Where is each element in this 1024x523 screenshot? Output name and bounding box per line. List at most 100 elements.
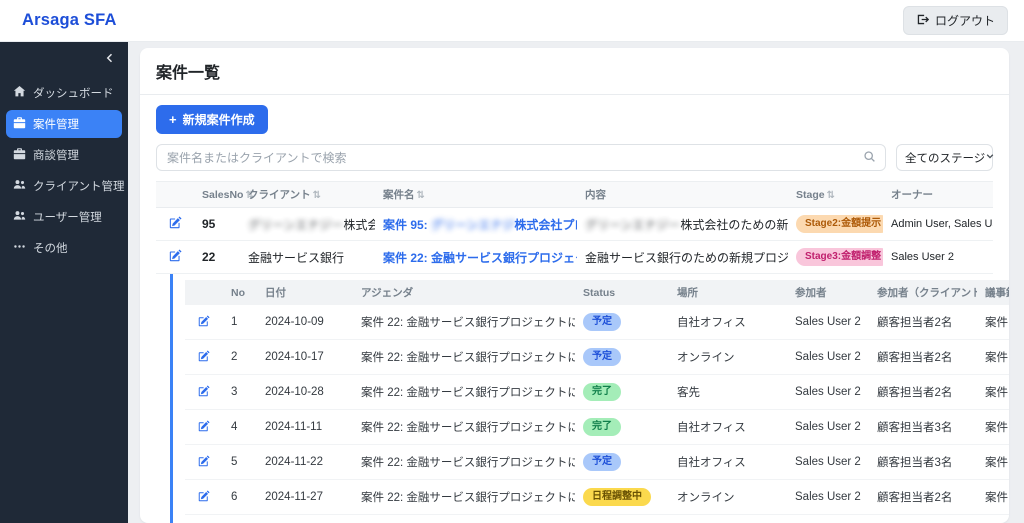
sidebar-item-others[interactable]: その他: [6, 234, 122, 262]
stage-badge: Stage2:金額提示: [796, 215, 883, 233]
column-header-client[interactable]: クライアント ⇅: [240, 181, 375, 208]
briefcase-icon: [13, 116, 26, 132]
cell-date: 2024-10-28: [257, 374, 353, 410]
cell-client-participants: 顧客担当者3名: [869, 409, 977, 445]
cell-client-participants: 顧客担当者2名: [869, 339, 977, 375]
cell-client: グリーンエナジー株式会社: [240, 207, 375, 241]
cell-owner: Sales User 2: [883, 240, 993, 274]
chevron-down-icon: [985, 151, 995, 164]
edit-icon[interactable]: [198, 314, 210, 330]
sidebar-item-users[interactable]: ユーザー管理: [6, 203, 122, 231]
edit-icon[interactable]: [198, 419, 210, 435]
cell-date: 2024-11-27: [257, 479, 353, 515]
cell-client-participants: 顧客担当者3名: [869, 444, 977, 480]
column-header-salesno[interactable]: SalesNo⇅: [194, 181, 254, 208]
sidebar-item-dashboard[interactable]: ダッシュボード: [6, 79, 122, 107]
cell-minutes: 案件 2: [977, 409, 1009, 445]
sidebar-item-cases[interactable]: 案件管理: [6, 110, 122, 138]
stage-filter-select[interactable]: 全てのステージ: [896, 144, 995, 171]
status-badge: 予定: [583, 313, 621, 331]
cell-participants: Sales User 2: [787, 339, 869, 375]
sort-icon: ⇅: [312, 190, 321, 201]
edit-icon[interactable]: [198, 454, 210, 470]
cases-card: 案件一覧 + 新規案件作成 全てのステージ: [140, 48, 1009, 523]
cell-participants: Sales User 2: [787, 514, 869, 523]
app-logo: Arsaga SFA: [22, 11, 117, 29]
stage-badge: Stage3:金額調整: [796, 248, 883, 266]
create-case-button[interactable]: + 新規案件作成: [156, 105, 268, 134]
cases-table: SalesNo⇅ クライアント⇅ 案件名⇅ 内容 Stage⇅ オーナー 95: [156, 181, 993, 274]
cell-no: 1: [223, 305, 257, 340]
stage-filter-value: 全てのステージ: [905, 152, 986, 165]
search-input[interactable]: [156, 144, 886, 171]
sidebar-collapse-button[interactable]: [104, 51, 116, 69]
cell-no: 7: [223, 514, 257, 523]
sidebar-item-label: クライアント管理: [33, 181, 125, 193]
meeting-row: 5 2024-11-22 案件 22: 金融サービス銀行プロジェクトに関する打ち…: [185, 444, 1009, 480]
cell-participants: Sales User 2: [787, 479, 869, 515]
logout-button[interactable]: ログアウト: [902, 6, 1008, 35]
cell-agenda: 案件 22: 金融サービス銀行プロジェクトに関する打ち合わせ 4: [353, 305, 575, 340]
edit-column-header: [156, 181, 194, 208]
meeting-row: 7 2024-12-05 案件 22: 金融サービス銀行プロジェクトに関する打ち…: [185, 514, 1009, 523]
cell-client: 金融サービス銀行: [240, 240, 375, 274]
plus-icon: +: [169, 112, 177, 127]
cell-client-participants: 顧客担当者2名: [869, 514, 977, 523]
cell-agenda: 案件 22: 金融サービス銀行プロジェクトに関する打ち合わせ 5: [353, 409, 575, 445]
cell-salesno: 22: [194, 240, 240, 274]
cell-participants: Sales User 2: [787, 305, 869, 340]
cell-agenda: 案件 22: 金融サービス銀行プロジェクトに関する打ち合わせ 2: [353, 339, 575, 375]
column-header-minutes: 議事録: [977, 280, 1009, 305]
briefcase-icon: [13, 147, 26, 163]
column-header-participants: 参加者: [787, 280, 869, 305]
edit-icon[interactable]: [169, 216, 182, 232]
status-badge: 完了: [583, 418, 621, 436]
case-link[interactable]: 案件 22: 金融サービス銀行プロジェクト: [383, 251, 577, 265]
top-bar: Arsaga SFA ログアウト: [0, 0, 1024, 42]
cell-minutes: 案件 2: [977, 444, 1009, 480]
column-header-casename[interactable]: 案件名 ⇅: [375, 181, 577, 208]
sidebar-item-label: 案件管理: [33, 119, 79, 131]
case-link[interactable]: 案件 95: グリーンエナジ株式会社プロジェクト: [383, 218, 577, 232]
users-icon: [13, 178, 26, 194]
expanded-meetings-section: No 日付 アジェンダ Status 場所 参加者 参加者（クライアント） 議事…: [170, 274, 1009, 523]
cell-no: 6: [223, 479, 257, 515]
cell-location: オンライン: [669, 514, 787, 523]
cell-description: グリーンエナジー株式会社のための新規プロジェクト: [577, 207, 788, 241]
column-header-location: 場所: [669, 280, 787, 305]
meetings-table: No 日付 アジェンダ Status 場所 参加者 参加者（クライアント） 議事…: [185, 280, 1009, 523]
cell-participants: Sales User 2: [787, 444, 869, 480]
cell-casename: 案件 22: 金融サービス銀行プロジェクト: [375, 240, 577, 274]
column-header-owner: オーナー: [883, 181, 993, 208]
sidebar-item-clients[interactable]: クライアント管理: [6, 172, 125, 200]
meeting-row: 6 2024-11-27 案件 22: 金融サービス銀行プロジェクトに関する打ち…: [185, 479, 1009, 515]
edit-column-header: [185, 280, 223, 305]
cell-location: オンライン: [669, 479, 787, 515]
column-header-client-participants: 参加者（クライアント）: [869, 280, 977, 305]
meeting-row: 1 2024-10-09 案件 22: 金融サービス銀行プロジェクトに関する打ち…: [185, 305, 1009, 340]
sidebar-item-label: 商談管理: [33, 150, 79, 162]
cell-no: 3: [223, 374, 257, 410]
status-badge: 完了: [583, 383, 621, 401]
cell-client-participants: 顧客担当者2名: [869, 374, 977, 410]
sidebar-item-label: その他: [33, 243, 68, 255]
cell-casename: 案件 95: グリーンエナジ株式会社プロジェクト: [375, 207, 577, 241]
cell-participants: Sales User 2: [787, 374, 869, 410]
cell-agenda: 案件 22: 金融サービス銀行プロジェクトに関する打ち合わせ 3: [353, 479, 575, 515]
cell-participants: Sales User 2: [787, 409, 869, 445]
cell-owner: Admin User, Sales User 1: [883, 207, 993, 241]
edit-icon[interactable]: [198, 489, 210, 505]
cell-location: 自社オフィス: [669, 409, 787, 445]
edit-icon[interactable]: [169, 249, 182, 265]
column-header-date: 日付: [257, 280, 353, 305]
column-header-no: No: [223, 280, 257, 305]
column-header-description: 内容: [577, 181, 788, 208]
edit-icon[interactable]: [198, 384, 210, 400]
edit-icon[interactable]: [198, 349, 210, 365]
cell-minutes: 案件 2: [977, 339, 1009, 375]
cell-minutes: 案件 2: [977, 514, 1009, 523]
column-header-stage[interactable]: Stage ⇅: [788, 181, 883, 208]
meeting-row: 4 2024-11-11 案件 22: 金融サービス銀行プロジェクトに関する打ち…: [185, 409, 1009, 445]
sort-icon: ⇅: [826, 189, 835, 201]
sidebar-item-negotiations[interactable]: 商談管理: [6, 141, 122, 169]
